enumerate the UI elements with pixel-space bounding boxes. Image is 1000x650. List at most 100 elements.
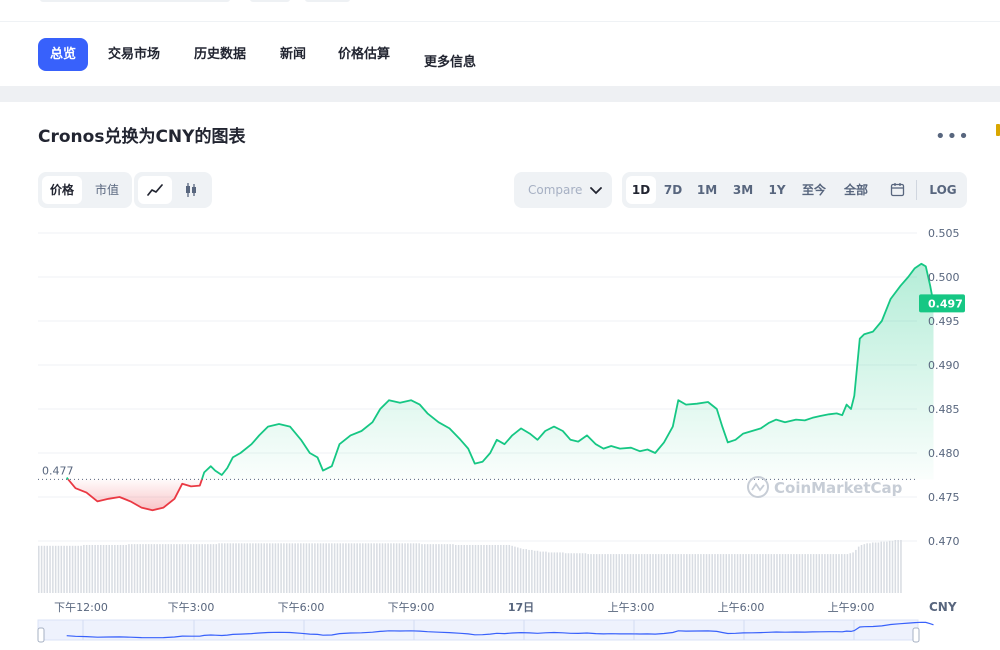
volume-bar	[97, 544, 99, 593]
range-7d-button[interactable]: 7D	[658, 176, 688, 204]
volume-bar	[624, 554, 626, 593]
volume-bar	[793, 554, 795, 593]
volume-bar	[356, 543, 358, 593]
volume-bar	[736, 554, 739, 593]
volume-bar	[691, 554, 694, 593]
x-tick-label: 17日	[508, 601, 534, 614]
volume-bar	[336, 543, 339, 593]
volume-bar	[204, 544, 206, 593]
candlestick-icon[interactable]	[174, 176, 208, 204]
volume-bar	[739, 554, 742, 593]
volume-bar	[801, 554, 804, 593]
volume-bar	[508, 544, 511, 593]
volume-bar	[587, 554, 589, 593]
range-divider	[916, 180, 917, 200]
price-area-up	[201, 263, 934, 480]
volume-bar	[68, 545, 71, 593]
calendar-icon[interactable]	[882, 176, 912, 204]
volume-bar	[880, 541, 883, 593]
volume-bar	[364, 543, 367, 593]
metric-price-button[interactable]: 价格	[42, 176, 82, 204]
volume-bar	[900, 540, 902, 593]
volume-bar	[297, 543, 299, 593]
tab-markets[interactable]: 交易市场	[96, 38, 172, 71]
range-1d-button[interactable]: 1D	[626, 176, 656, 204]
tab-news[interactable]: 新闻	[268, 38, 318, 71]
volume-bar	[99, 544, 102, 593]
volume-bar	[130, 544, 133, 593]
compare-label: Compare	[528, 183, 583, 197]
volume-bar	[680, 554, 682, 593]
volume-bar	[722, 554, 725, 593]
chevron-down-icon	[590, 172, 602, 208]
range-1y-button[interactable]: 1Y	[763, 176, 791, 204]
tab-price-estimates[interactable]: 价格估算	[326, 38, 402, 71]
volume-bar	[883, 541, 885, 593]
volume-bar	[663, 554, 666, 593]
volume-bar	[449, 544, 451, 593]
volume-bar	[621, 554, 623, 593]
volume-bar	[122, 544, 125, 593]
volume-bar	[711, 554, 713, 593]
volume-bar	[542, 551, 544, 593]
header-button-stub	[250, 0, 290, 2]
volume-bar	[553, 552, 556, 593]
volume-bar	[626, 554, 629, 593]
range-all-button[interactable]: 全部	[838, 176, 874, 204]
volume-bar	[866, 543, 868, 593]
tab-historical-data[interactable]: 历史数据	[182, 38, 258, 71]
volume-bar	[660, 554, 663, 593]
more-horizontal-icon[interactable]: •••	[935, 126, 970, 147]
tab-more-info[interactable]: 更多信息	[412, 46, 488, 79]
volume-bar	[564, 553, 567, 593]
navigator-right-handle[interactable]	[912, 627, 920, 643]
section-divider	[0, 86, 1000, 102]
volume-bar	[176, 544, 178, 593]
volume-bar	[223, 543, 226, 593]
range-3m-button[interactable]: 3M	[728, 176, 758, 204]
log-scale-button[interactable]: LOG	[924, 176, 962, 204]
volume-bar	[398, 543, 401, 593]
volume-bar	[229, 543, 232, 593]
volume-bar	[212, 544, 215, 593]
volume-bar	[514, 546, 516, 593]
range-1m-button[interactable]: 1M	[692, 176, 722, 204]
volume-bar	[240, 543, 243, 593]
volume-bar	[652, 554, 654, 593]
volume-bar	[325, 543, 327, 593]
volume-bar	[528, 549, 530, 593]
volume-bar	[728, 554, 730, 593]
volume-bar	[776, 554, 778, 593]
compare-dropdown[interactable]: Compare	[514, 172, 612, 208]
price-chart[interactable]: 0.477 0.497 0.505 0.500 0.495 0.490 0.485 0.480…	[0, 215, 1000, 650]
y-tick-label: 0.505	[928, 227, 960, 240]
volume-bar	[702, 554, 705, 593]
metric-market-cap-button[interactable]: 市值	[86, 176, 128, 204]
line-chart-icon[interactable]	[138, 176, 172, 204]
volume-bar	[426, 544, 429, 593]
navigator-left-handle[interactable]	[37, 627, 45, 643]
volume-bar	[52, 545, 54, 593]
range-ytd-button[interactable]: 至今	[796, 176, 832, 204]
coinmarketcap-logo-mark	[751, 482, 765, 492]
volume-bar	[779, 554, 781, 593]
y-tick-label: 0.470	[928, 535, 960, 548]
volume-bar	[545, 551, 547, 593]
volume-bar	[460, 544, 463, 593]
volume-bar	[843, 554, 846, 593]
volume-bar	[74, 545, 77, 593]
volume-bar	[263, 543, 265, 593]
volume-bar	[795, 554, 798, 593]
x-tick-label: 下午3:00	[168, 601, 215, 614]
volume-bar	[291, 543, 294, 593]
volume-bar	[615, 554, 618, 593]
volume-bar	[80, 545, 82, 593]
volume-bar	[136, 544, 139, 593]
tab-overview[interactable]: 总览	[38, 38, 89, 71]
volume-bar	[742, 554, 744, 593]
volume-bar	[277, 543, 280, 593]
volume-bar	[629, 554, 632, 593]
volume-bar	[674, 554, 677, 593]
volume-bar	[677, 554, 680, 593]
volume-bar	[133, 544, 136, 593]
